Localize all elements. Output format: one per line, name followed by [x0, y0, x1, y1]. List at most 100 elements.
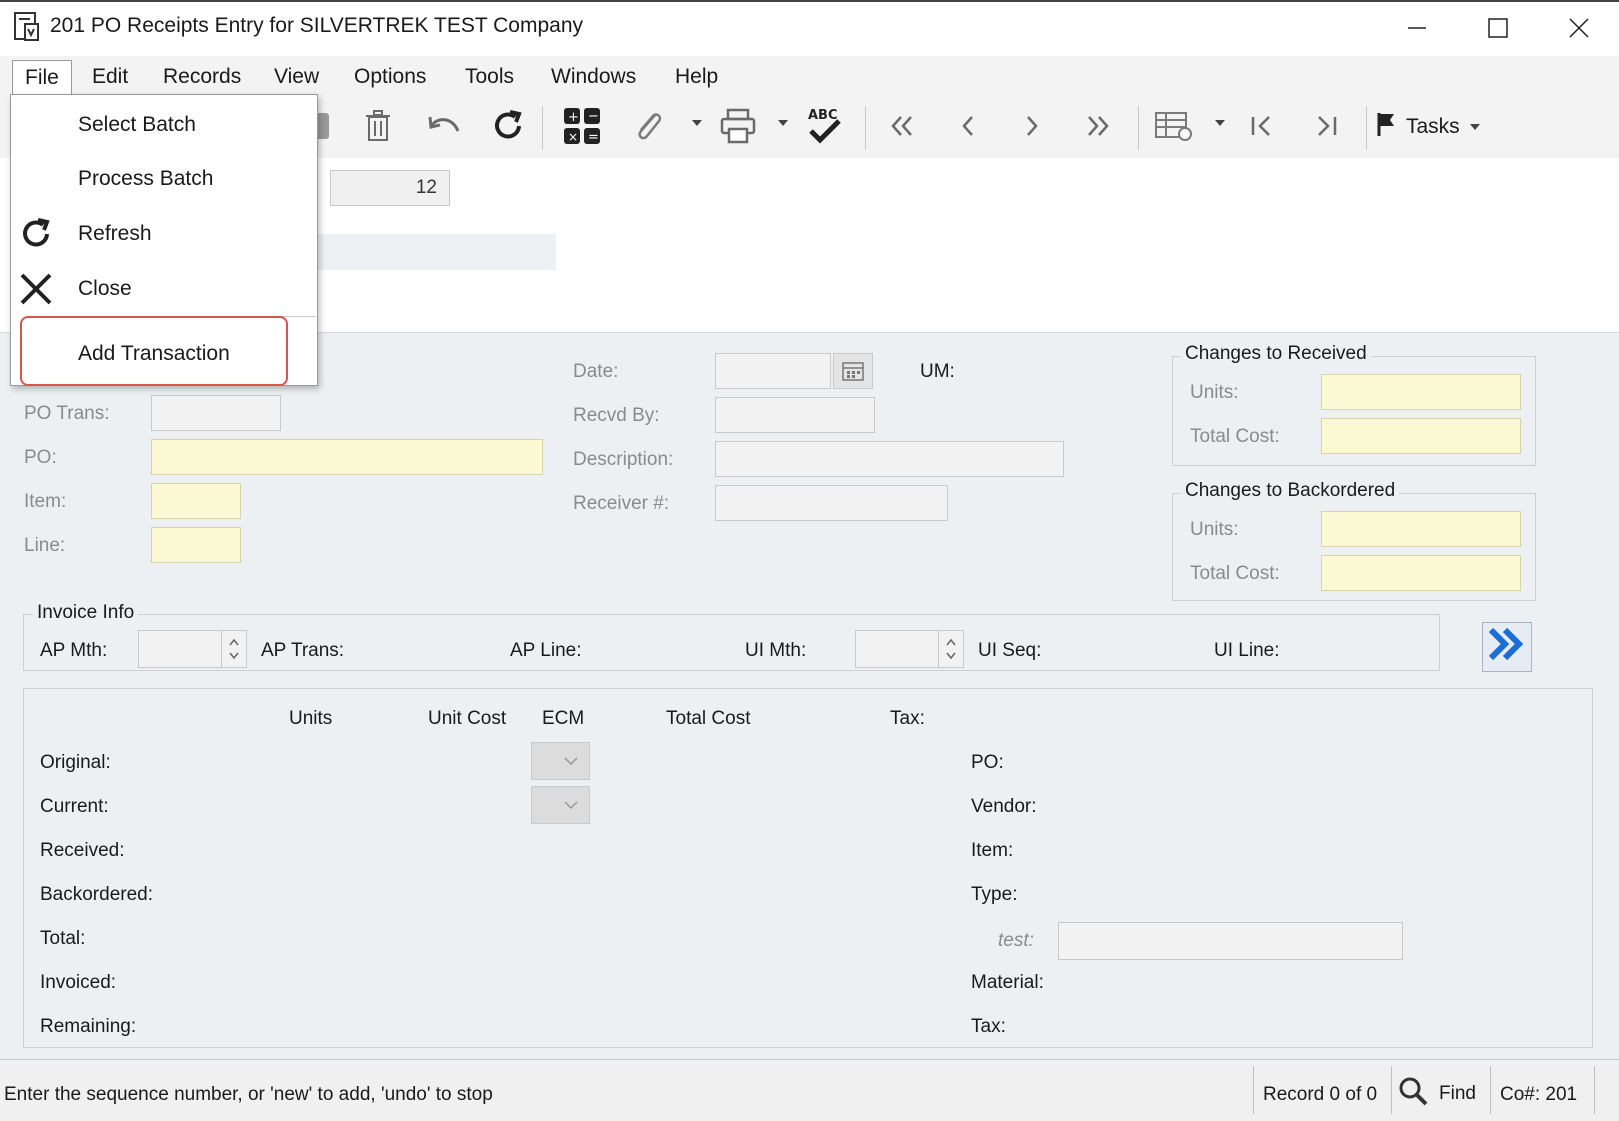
receiver-field[interactable] [715, 485, 948, 521]
menu-item-select-batch[interactable]: Select Batch [78, 113, 196, 137]
grid-settings-icon[interactable] [1152, 104, 1196, 148]
chevron-down-icon [564, 801, 578, 810]
ap-line-label: AP Line: [510, 640, 582, 661]
ui-seq-label: UI Seq: [978, 640, 1042, 661]
status-separator [1391, 1066, 1392, 1114]
close-x-icon [14, 267, 58, 311]
spellcheck-icon[interactable]: ABC [802, 104, 846, 148]
sequence-input[interactable]: 12 [330, 170, 450, 206]
backordered-total-cost-field[interactable] [1321, 555, 1521, 591]
svg-text:×: × [568, 130, 578, 144]
menu-item-close[interactable]: Close [78, 277, 132, 301]
toolbar-separator [1138, 106, 1139, 150]
status-message: Enter the sequence number, or 'new' to a… [4, 1084, 493, 1105]
calendar-icon[interactable] [833, 353, 873, 389]
menu-item-process-batch[interactable]: Process Batch [78, 167, 213, 191]
material-label: Material: [971, 972, 1044, 993]
date-field[interactable] [715, 353, 831, 389]
ap-mth-spinner[interactable] [138, 630, 247, 668]
line-field[interactable] [151, 527, 241, 563]
grid-dropdown-caret[interactable] [1215, 120, 1225, 126]
menu-records[interactable]: Records [151, 60, 253, 94]
total-row-label: Total: [40, 928, 86, 949]
first-line-icon[interactable] [1240, 104, 1284, 148]
first-record-icon[interactable] [880, 104, 924, 148]
backordered-total-cost-label: Total Cost: [1190, 563, 1280, 584]
maximize-icon[interactable] [1478, 10, 1518, 46]
refresh-icon[interactable] [486, 104, 530, 148]
menu-item-refresh[interactable]: Refresh [78, 222, 152, 246]
ui-mth-label: UI Mth: [745, 640, 807, 661]
recvd-by-label: Recvd By: [573, 405, 660, 426]
po-field[interactable] [151, 439, 543, 475]
um-label: UM: [920, 361, 955, 382]
recvd-by-field[interactable] [715, 397, 875, 433]
chevron-down-icon [564, 757, 578, 766]
ecm-column-header: ECM [542, 708, 585, 729]
print-icon[interactable] [716, 104, 760, 148]
forward-nav-button[interactable] [1482, 622, 1532, 672]
last-line-icon[interactable] [1304, 104, 1348, 148]
previous-record-icon[interactable] [946, 104, 990, 148]
toolbar-separator [1366, 106, 1367, 150]
test-field[interactable] [1058, 922, 1403, 960]
record-count: Record 0 of 0 [1263, 1084, 1378, 1105]
tasks-dropdown-caret [1469, 124, 1480, 130]
delete-icon[interactable] [356, 104, 400, 148]
find-label: Find [1439, 1083, 1476, 1104]
menu-view[interactable]: View [262, 60, 331, 94]
unit-cost-column-header: Unit Cost [428, 708, 507, 729]
backordered-row-label: Backordered: [40, 884, 154, 905]
received-row-label: Received: [40, 840, 125, 861]
flag-icon [1376, 111, 1396, 143]
receiver-label: Receiver #: [573, 493, 670, 514]
svg-text:=: = [588, 130, 599, 145]
vendor-info-label: Vendor: [971, 796, 1037, 817]
menu-tools[interactable]: Tools [453, 60, 526, 94]
menu-help[interactable]: Help [663, 60, 730, 94]
menu-options[interactable]: Options [342, 60, 438, 94]
menu-edit[interactable]: Edit [80, 60, 140, 94]
attachment-dropdown-caret[interactable] [692, 120, 702, 126]
date-label: Date: [573, 361, 619, 382]
menu-windows[interactable]: Windows [539, 60, 648, 94]
changes-backordered-title: Changes to Backordered [1181, 480, 1400, 502]
ui-mth-spinner[interactable] [855, 630, 964, 668]
invoiced-row-label: Invoiced: [40, 972, 117, 993]
spinner-arrows-icon[interactable] [938, 631, 963, 667]
calculator-icon[interactable]: + − × = [560, 104, 604, 148]
po-trans-field[interactable] [151, 395, 281, 431]
minimize-icon[interactable] [1397, 10, 1437, 46]
received-units-field[interactable] [1321, 374, 1521, 410]
backordered-units-field[interactable] [1321, 511, 1521, 547]
close-icon[interactable] [1559, 10, 1599, 46]
tasks-label: Tasks [1406, 115, 1460, 138]
next-record-icon[interactable] [1010, 104, 1054, 148]
spinner-arrows-icon[interactable] [221, 631, 246, 667]
remaining-row-label: Remaining: [40, 1016, 137, 1037]
original-row-label: Original: [40, 752, 111, 773]
changes-received-title: Changes to Received [1181, 343, 1371, 365]
received-units-label: Units: [1190, 382, 1239, 403]
ap-trans-label: AP Trans: [261, 640, 345, 661]
tasks-button[interactable]: Tasks [1376, 112, 1480, 142]
find-button[interactable]: Find [1397, 1074, 1476, 1114]
print-dropdown-caret[interactable] [778, 120, 788, 126]
received-total-cost-label: Total Cost: [1190, 426, 1280, 447]
status-separator [1490, 1066, 1491, 1114]
highlight-annotation [20, 316, 288, 386]
attachment-icon[interactable] [626, 104, 670, 148]
last-record-icon[interactable] [1076, 104, 1120, 148]
batch-description-field [300, 234, 556, 270]
undo-icon[interactable] [422, 104, 466, 148]
company-number: Co#: 201 [1500, 1084, 1578, 1105]
item-info-label: Item: [971, 840, 1014, 861]
received-total-cost-field[interactable] [1321, 418, 1521, 454]
current-ecm-dropdown[interactable] [531, 786, 590, 824]
original-ecm-dropdown[interactable] [531, 742, 590, 780]
backordered-units-label: Units: [1190, 519, 1239, 540]
description-field[interactable] [715, 441, 1064, 477]
svg-text:−: − [588, 109, 599, 124]
menu-file[interactable]: File [12, 60, 72, 97]
item-field[interactable] [151, 483, 241, 519]
